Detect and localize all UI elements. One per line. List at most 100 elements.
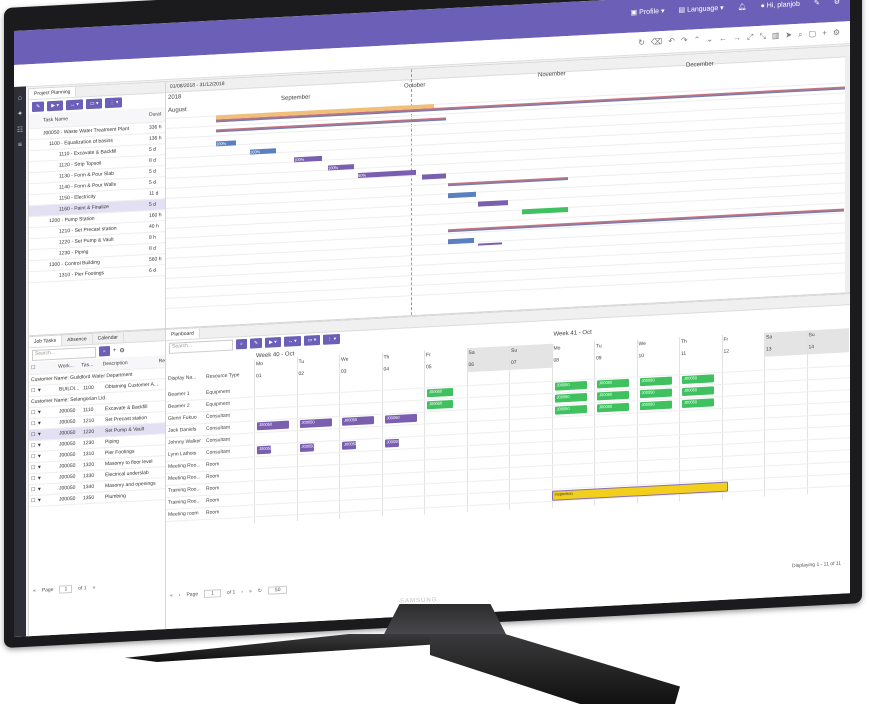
gantt-task-bar[interactable]: 100% [294,155,322,163]
gantt-scrollbar[interactable] [845,56,850,293]
planboard-event[interactable]: J00050 [597,390,629,401]
job-settings-icon[interactable]: ⚙ [119,347,124,354]
view-button[interactable]: ▭ ▾ [85,98,103,110]
eraser-icon[interactable]: ⌫ [651,37,662,48]
planboard-event[interactable]: J00050 [682,386,714,396]
job-add-icon[interactable]: + [113,348,117,354]
select-all-checkbox[interactable]: ☐ [29,364,56,371]
gantt-task-bar[interactable]: 100% [328,164,354,171]
gantt-task-bar[interactable] [448,191,476,199]
bell-icon[interactable]: 🔔︎ [738,3,747,11]
home-icon[interactable]: ⌂ [14,94,26,102]
planboard-event[interactable]: J00050 [384,413,417,424]
planboard-view-button[interactable]: ▭ ▾ [303,334,321,346]
gantt-task-bar[interactable] [478,200,508,207]
planboard-event[interactable]: J00050 [384,439,400,448]
planboard-event[interactable]: J00050 [682,398,714,408]
re-header[interactable]: Re [157,358,165,364]
wrench-icon[interactable]: ✦ [14,109,26,118]
planboard-event[interactable]: J00050 [682,374,714,384]
language-menu[interactable]: ▤ Language ▾ [678,4,723,14]
job-checkbox[interactable]: ☐ ▼ [29,486,57,494]
zoom-out-icon[interactable]: ⤡ [759,32,765,42]
job-checkbox[interactable]: ☐ ▼ [29,497,57,505]
planboard-edit-button[interactable]: ✎ [249,338,263,349]
gantt-summary-bar[interactable] [448,176,568,187]
profile-menu[interactable]: ▣ Profile ▾ [631,7,665,17]
planboard-event[interactable]: J00050 [299,418,332,429]
planboard-search-input[interactable]: Search... [169,339,233,354]
left-arrow-icon[interactable]: ← [719,34,727,44]
job-checkbox[interactable]: ☐ ▼ [29,431,57,439]
list-icon[interactable]: ≡ [14,141,26,149]
planboard-play-button[interactable]: ▶ ▾ [265,337,281,348]
more-button[interactable]: ⋮ ▾ [105,97,123,109]
edit-button[interactable]: ✎ [32,101,45,113]
resource-name-header[interactable]: Display Na... [168,374,196,381]
pb-page-input[interactable]: 1 [204,589,221,599]
play-button[interactable]: ▶ ▾ [47,100,63,112]
planboard-event[interactable]: J00050 [554,380,587,391]
pager-prev[interactable]: « [33,588,36,594]
planboard-event[interactable]: J00050 [639,388,672,399]
planboard-grid[interactable]: Display Na... Resource Type Week 40 - Oct W… [166,320,850,576]
job-checkbox[interactable]: ☐ ▼ [29,420,57,428]
planboard-search-button[interactable]: ⌕ [236,338,247,350]
planboard-event[interactable]: J00050 [427,399,453,410]
user-menu[interactable]: ● Hi, planjob [761,0,800,9]
duration-header[interactable]: Durat [147,111,161,118]
redo-icon[interactable]: ↷ [681,36,688,46]
pb-prev[interactable]: ‹ [179,592,181,598]
collapse-icon[interactable]: ⌃ [694,35,701,45]
job-checkbox[interactable]: ☐ ▼ [29,442,57,450]
planboard-link-button[interactable]: ↔ ▾ [283,335,301,347]
job-checkbox[interactable]: ☐ ▼ [29,453,57,461]
pb-last[interactable]: » [249,589,252,595]
planboard-event[interactable]: J00050 [554,392,587,403]
task-name-header[interactable]: Task Name [29,112,147,124]
planboard-event[interactable]: J00050 [342,416,374,426]
gantt-task-bar[interactable] [522,206,568,215]
resource-type-header[interactable]: Resource Type [206,372,240,380]
job-checkbox[interactable]: ☐ ▼ [29,387,57,395]
pager-page-input[interactable]: 1 [59,584,73,594]
pb-first[interactable]: « [170,593,173,599]
gantt-task-bar[interactable] [478,242,502,246]
job-checkbox[interactable]: ☐ ▼ [29,475,57,483]
planboard-event[interactable]: J00050 [257,445,272,455]
planboard-event[interactable]: J00050 [299,443,315,453]
planboard-event[interactable]: J00050 [342,441,357,450]
gantt-task-bar[interactable]: 100% [216,140,236,147]
gear-icon[interactable]: ⚙ [834,0,840,6]
add-icon[interactable]: + [822,28,827,38]
gantt-task-bar[interactable] [422,173,446,180]
pager-next[interactable]: » [93,585,96,591]
planboard-event[interactable]: J00050 [639,400,672,411]
job-search-button[interactable]: ⌕ [99,345,110,357]
tab-planboard[interactable]: Planboard [166,328,200,341]
planboard-event[interactable]: J00050 [639,376,672,387]
send-icon[interactable]: ➤ [785,30,792,40]
planboard-event[interactable]: J00050 [554,404,587,415]
refresh-icon[interactable]: ↻ [638,38,645,48]
planboard-event[interactable]: J00050 [257,420,289,431]
undo-icon[interactable]: ↶ [668,36,675,46]
chart-icon[interactable]: ▥ [772,31,780,41]
search-icon[interactable]: ⌕ [798,30,802,40]
people-icon[interactable]: ☷ [14,125,26,134]
description-header[interactable]: Description [101,359,157,368]
tab-absence[interactable]: Absence [62,333,93,346]
zoom-in-icon[interactable]: ⤢ [747,32,753,42]
planboard-event[interactable]: J00050 [597,402,629,413]
gantt-task-bar[interactable] [448,237,474,245]
gantt-task-bar[interactable]: 100% [250,148,276,155]
gantt-chart[interactable]: 01/08/2018 - 31/12/2018 2018 August Sept… [165,45,850,330]
tab-job-tasks[interactable]: Job Tasks [29,335,63,348]
tab-calendar[interactable]: Calendar [92,332,124,344]
right-arrow-icon[interactable]: → [733,33,741,43]
task-header[interactable]: Tas... [79,361,100,369]
pb-page-size[interactable]: 50 [267,585,288,595]
brush-icon[interactable]: ✎ [814,0,820,7]
expand-icon[interactable]: ⌄ [706,34,713,44]
job-checkbox[interactable]: ☐ ▼ [29,409,57,417]
